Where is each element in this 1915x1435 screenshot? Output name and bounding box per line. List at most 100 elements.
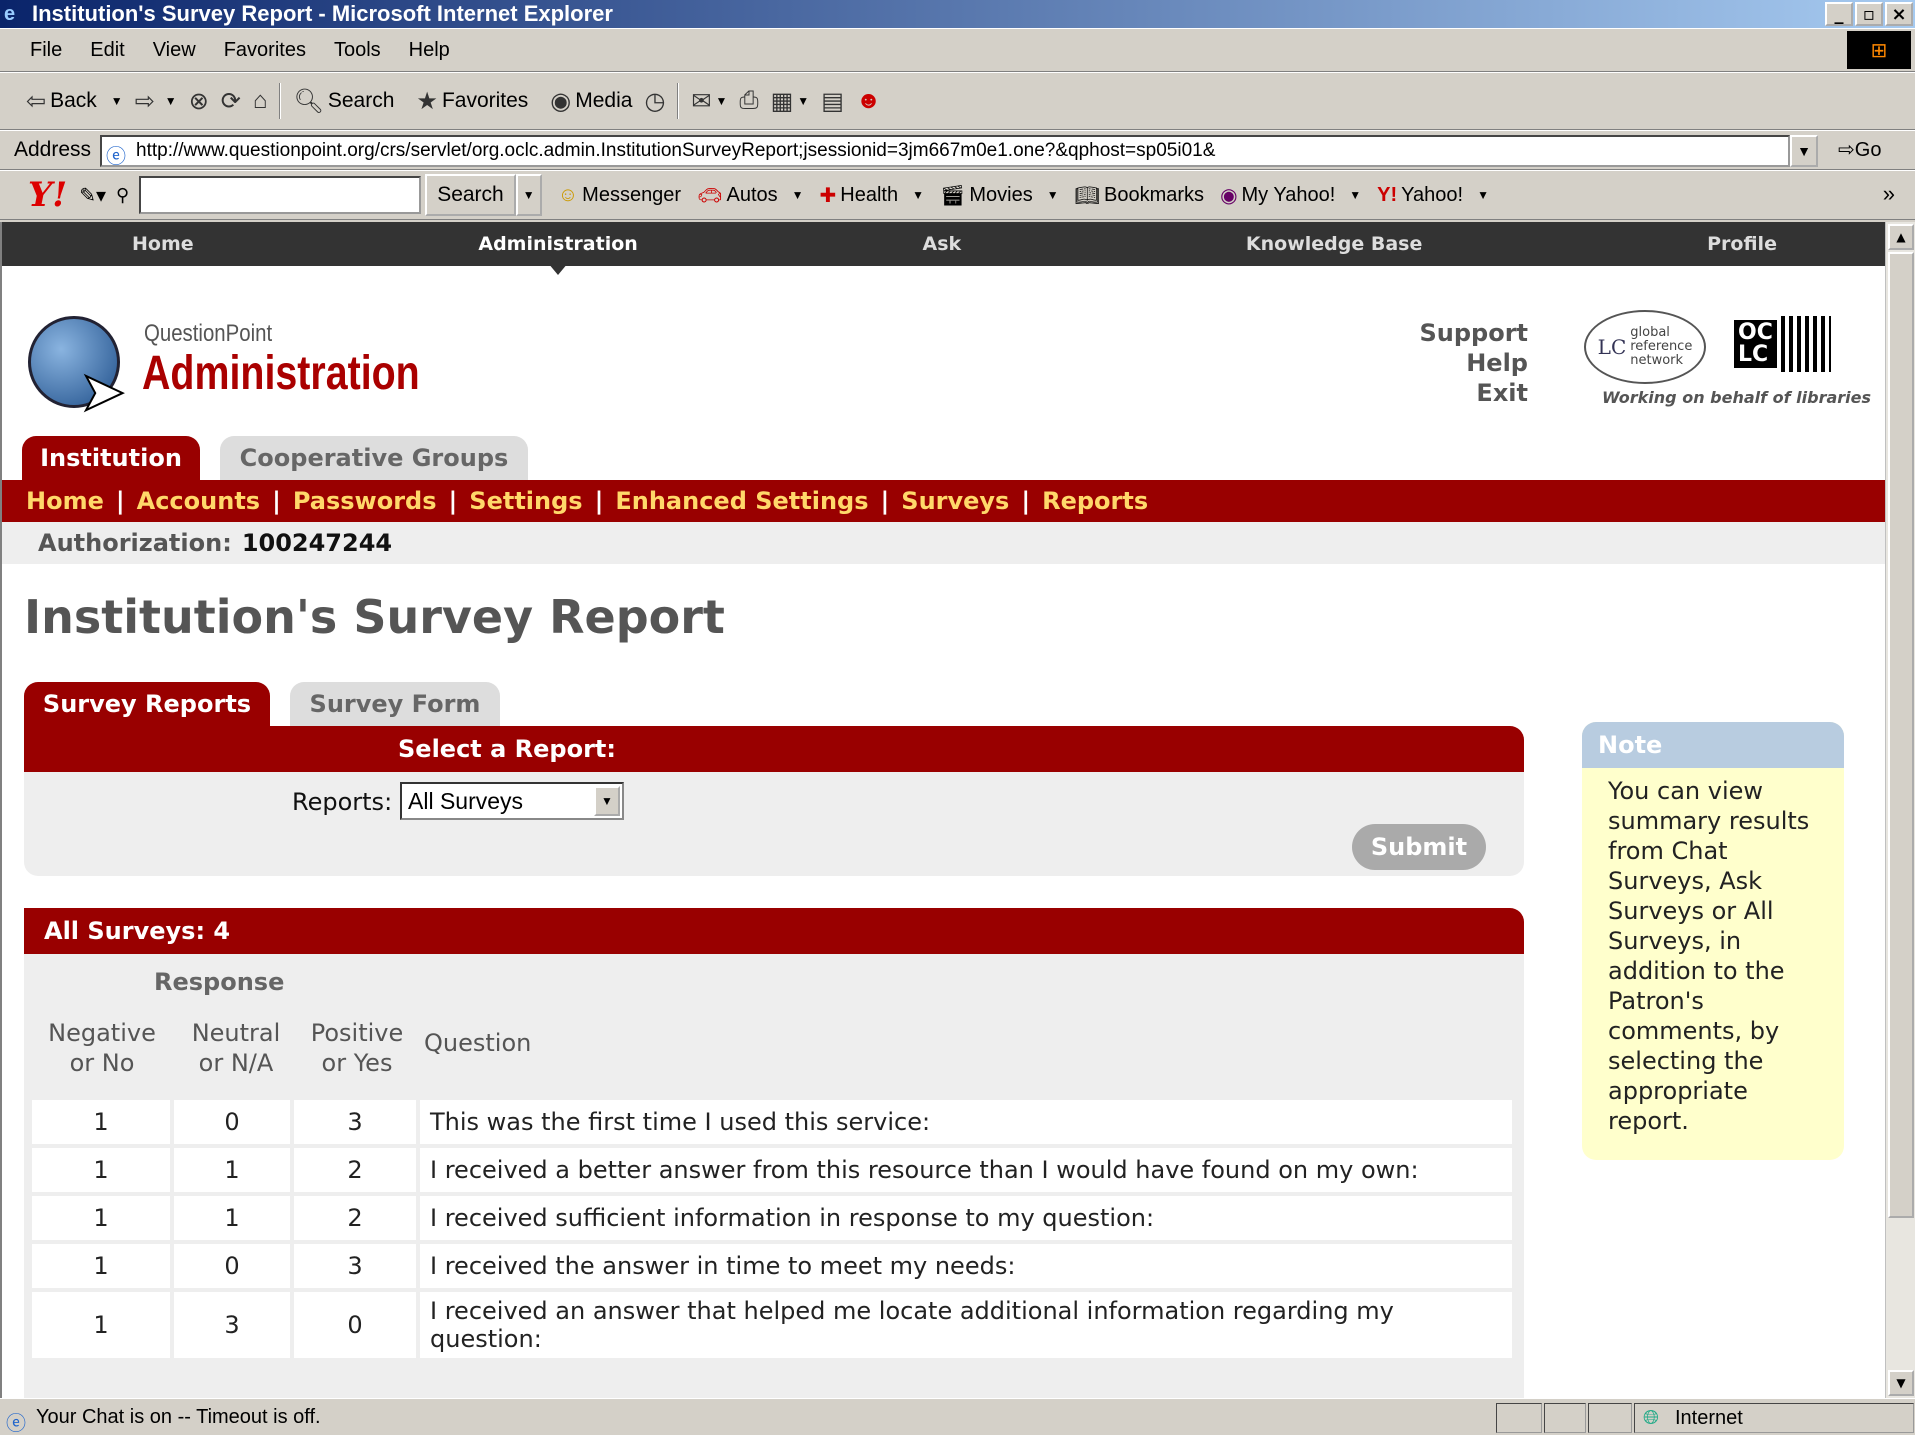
yahoo-logo-icon[interactable]: Y! xyxy=(28,175,67,215)
subnav-home[interactable]: Home xyxy=(26,487,104,515)
results-table: 1 0 3 This was the first time I used this s… xyxy=(28,1096,1516,1362)
home-button[interactable]: ⌂ xyxy=(253,87,268,115)
subnav-settings[interactable]: Settings xyxy=(469,487,582,515)
address-input[interactable]: ⓔ http://www.questionpoint.org/crs/servl… xyxy=(100,135,1790,168)
menu-view[interactable]: View xyxy=(139,39,210,62)
scroll-thumb[interactable] xyxy=(1888,252,1914,1218)
standard-toolbar: ⇦ Back ▼ ⇨ ▼ ⊗ ⟳ ⌂ 🔍︎ Search ★ Favorites ◉ Med… xyxy=(0,72,1915,130)
home-icon: ⌂ xyxy=(252,87,268,114)
table-row: 103I received the answer in time to meet… xyxy=(32,1244,1512,1288)
autos-label: Autos xyxy=(726,183,778,206)
page-icon: ⓔ xyxy=(106,146,126,168)
tab-survey-reports[interactable]: Survey Reports xyxy=(24,682,270,726)
yahoo-search-dropdown[interactable]: ▼ xyxy=(515,174,542,216)
tab-institution[interactable]: Institution xyxy=(22,436,200,480)
browser-window: e Institution's Survey Report - Microsof… xyxy=(0,0,1915,1435)
close-button[interactable]: × xyxy=(1885,2,1913,26)
note-text: You can view summary results from Chat S… xyxy=(1608,777,1810,1135)
yahoo-home[interactable]: Y! Yahoo! ▼ xyxy=(1377,184,1489,207)
yahoo-autos[interactable]: 🚗︎ Autos ▼ xyxy=(697,183,803,208)
yahoo-movies[interactable]: 🎬︎ Movies ▼ xyxy=(940,183,1059,208)
cell-negative: 1 xyxy=(32,1148,170,1192)
go-button[interactable]: ⇨Go xyxy=(1838,137,1881,162)
tab-survey-form[interactable]: Survey Form xyxy=(290,682,500,726)
nav-home[interactable]: Home xyxy=(132,233,194,255)
mail-button[interactable]: ✉ ▼ xyxy=(691,87,727,116)
yahoo-bookmarks[interactable]: 📖︎ Bookmarks xyxy=(1075,183,1204,208)
utility-links: Support Help Exit xyxy=(1392,318,1528,408)
yahoo-label: Yahoo! xyxy=(1401,183,1464,206)
submit-button[interactable]: Submit xyxy=(1352,824,1486,870)
ie-icon: e xyxy=(4,3,16,25)
subnav-accounts[interactable]: Accounts xyxy=(137,487,260,515)
yahoo-my-yahoo[interactable]: ◉ My Yahoo! ▼ xyxy=(1220,183,1361,208)
yahoo-search-input[interactable] xyxy=(139,176,422,214)
search-icon: 🔍︎ xyxy=(293,87,324,115)
col-positive: Positive or Yes xyxy=(310,1019,404,1077)
menu-edit[interactable]: Edit xyxy=(76,39,138,62)
results-heading: All Surveys: 4 xyxy=(24,908,1524,954)
chevron-down-icon[interactable]: ▼ xyxy=(594,786,620,816)
menu-bar: File Edit View Favorites Tools Help ⊞ xyxy=(0,28,1915,72)
nav-profile[interactable]: Profile xyxy=(1707,233,1777,255)
search-key-icon: ⚲ xyxy=(116,184,130,205)
stop-icon: ⊗ xyxy=(188,87,209,115)
my-yahoo-label: My Yahoo! xyxy=(1241,183,1336,206)
cell-question: I received the answer in time to meet my… xyxy=(420,1244,1512,1288)
go-arrow-icon: ⇨ xyxy=(1838,139,1855,161)
menu-favorites[interactable]: Favorites xyxy=(210,39,320,62)
my-yahoo-icon: ◉ xyxy=(1220,184,1238,207)
yahoo-messenger[interactable]: ☺ Messenger xyxy=(558,184,681,207)
status-segment xyxy=(1544,1403,1586,1433)
nav-ask[interactable]: Ask xyxy=(923,233,962,255)
yahoo-toolbar: Y! ✎▾ ⚲ Search ▼ ☺ Messenger 🚗︎ Autos ▼ ✚ He… xyxy=(0,170,1915,220)
messenger-button[interactable]: ☻ xyxy=(856,87,881,115)
menu-tools[interactable]: Tools xyxy=(320,39,395,62)
tab-cooperative-groups[interactable]: Cooperative Groups xyxy=(220,436,528,480)
subnav-passwords[interactable]: Passwords xyxy=(293,487,437,515)
favorites-button[interactable]: ★ Favorites xyxy=(416,87,528,116)
nav-administration[interactable]: Administration xyxy=(478,233,638,275)
vertical-scrollbar[interactable]: ▲ ▼ xyxy=(1885,222,1915,1398)
menu-file[interactable]: File xyxy=(16,39,76,62)
history-button[interactable]: ◷ xyxy=(644,87,665,116)
print-button[interactable]: ⎙ xyxy=(739,87,758,115)
toolbar-overflow-button[interactable]: » xyxy=(1883,181,1895,207)
support-link[interactable]: Support xyxy=(1392,318,1528,348)
nav-knowledge-base[interactable]: Knowledge Base xyxy=(1246,233,1422,255)
subnav-enhanced-settings[interactable]: Enhanced Settings xyxy=(615,487,868,515)
media-button[interactable]: ◉ Media xyxy=(550,87,632,116)
scroll-up-button[interactable]: ▲ xyxy=(1888,224,1914,250)
exit-link[interactable]: Exit xyxy=(1392,378,1528,408)
maximize-button[interactable]: ▫ xyxy=(1855,2,1883,26)
address-dropdown-button[interactable]: ▼ xyxy=(1790,135,1818,167)
cell-negative: 1 xyxy=(32,1244,170,1288)
refresh-button[interactable]: ⟳ xyxy=(221,87,241,116)
back-button[interactable]: ⇦ Back ▼ xyxy=(26,87,123,116)
yahoo-health[interactable]: ✚ Health ▼ xyxy=(820,183,924,208)
subnav-reports[interactable]: Reports xyxy=(1042,487,1148,515)
stop-button[interactable]: ⊗ xyxy=(189,87,209,116)
discuss-button[interactable]: ▤ xyxy=(821,87,844,116)
cell-question: I received a better answer from this res… xyxy=(420,1148,1512,1192)
favorites-icon: ★ xyxy=(416,87,438,115)
scroll-down-button[interactable]: ▼ xyxy=(1888,1370,1914,1396)
minimize-button[interactable]: _ xyxy=(1825,2,1853,26)
status-segment xyxy=(1496,1403,1542,1433)
menu-help[interactable]: Help xyxy=(395,39,464,62)
address-label: Address xyxy=(14,138,92,161)
cell-question: I received an answer that helped me loca… xyxy=(420,1292,1512,1358)
search-button[interactable]: 🔍︎ Search xyxy=(293,87,394,116)
authorization-bar: Authorization: 100247244 xyxy=(2,522,1885,564)
cell-neutral: 1 xyxy=(174,1148,290,1192)
yahoo-search-button[interactable]: Search xyxy=(425,174,516,216)
edit-button[interactable]: ▦ ▼ xyxy=(771,87,810,116)
pencil-icon[interactable]: ✎▾ xyxy=(79,183,106,208)
table-row: 112I received a better answer from this … xyxy=(32,1148,1512,1192)
help-link[interactable]: Help xyxy=(1392,348,1528,378)
col-question: Question xyxy=(424,1029,532,1057)
section-name: Administration xyxy=(142,347,420,400)
reports-select[interactable]: All Surveys ▼ xyxy=(400,782,624,820)
forward-button[interactable]: ⇨ ▼ xyxy=(135,87,177,116)
subnav-surveys[interactable]: Surveys xyxy=(901,487,1009,515)
